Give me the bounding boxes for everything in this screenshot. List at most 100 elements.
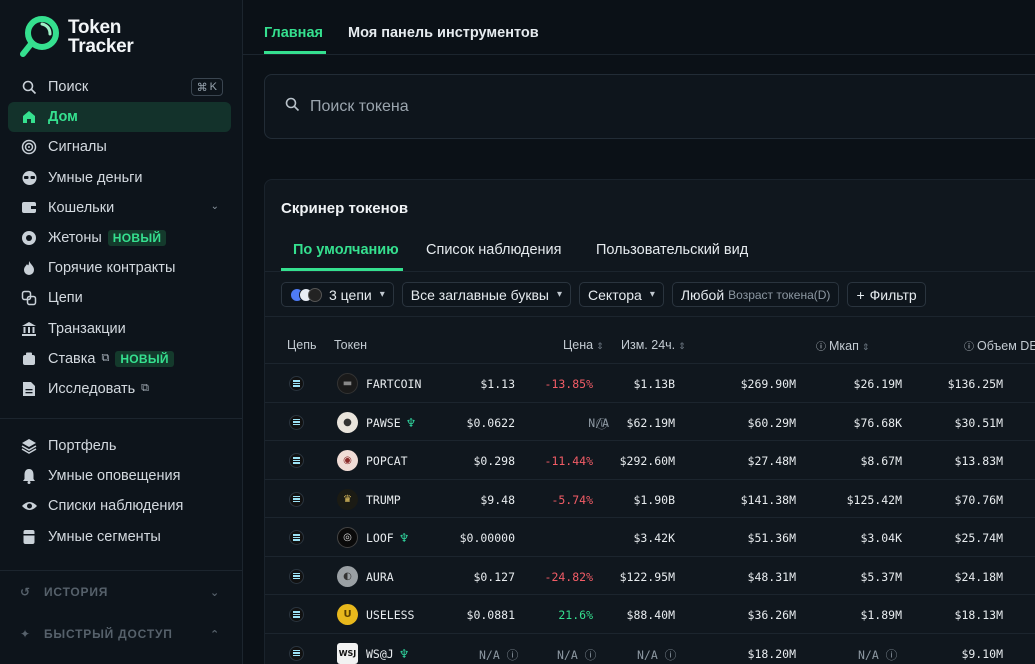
sidebar-item-wallets[interactable]: Кошельки ⌄ (8, 193, 231, 223)
token-logo: ◐ (337, 565, 358, 587)
sidebar-item-transactions[interactable]: Транзакции (8, 314, 231, 344)
sidebar-item-label: Сигналы (48, 139, 107, 156)
sidebar-item-signals[interactable]: Сигналы (8, 132, 231, 162)
tab-default[interactable]: По умолчанию (293, 242, 399, 258)
sidebar-item-smart-money[interactable]: Умные деньги (8, 163, 231, 193)
sidebar-item-smart-alerts[interactable]: Умные оповещения (8, 461, 231, 491)
sidebar-nav: Поиск ⌘ K Дом Сигналы Умные деньги Кошел… (8, 72, 231, 404)
info-icon: ⓘ (885, 647, 898, 662)
change-value: N/A (557, 647, 578, 662)
segments-icon (20, 528, 38, 546)
mcap-cell: $26.19M (853, 377, 902, 391)
sidebar-item-smart-segments[interactable]: Умные сегменты (8, 522, 231, 552)
letters-dropdown[interactable]: Все заглавные буквы ▾ (401, 282, 572, 307)
sidebar-item-watchlists[interactable]: Списки наблюдения (8, 491, 231, 521)
table-row[interactable]: ♛ TRUMP $9.48 -5.74% $1.90B $141.38M $12… (265, 480, 1035, 518)
token-symbol[interactable]: AURA (366, 570, 394, 584)
volume-cell: $18.13M (954, 608, 1003, 622)
sidebar-item-tokens[interactable]: Жетоны НОВЫЙ (8, 223, 231, 253)
value-cell: $1.90B (633, 492, 675, 507)
value-cell: $269.90M (740, 377, 796, 391)
chains-label: 3 цепи (329, 286, 372, 303)
column-label: Цена (563, 338, 594, 352)
token-symbol[interactable]: FARTCOIN (366, 377, 421, 391)
solana-icon (289, 414, 304, 430)
token-symbol[interactable]: POPCAT (366, 454, 408, 468)
solana-icon (289, 376, 304, 391)
table-row[interactable]: ▬ FARTCOIN $1.13 -13.85% $1.13B $269.90M… (265, 364, 1035, 403)
table-row[interactable]: ● PAWSE ♆ $0.0622 N/A ⓘ $62.19M $60.29M $… (265, 403, 1035, 441)
sidebar-item-search[interactable]: Поиск ⌘ K (8, 72, 231, 102)
quick-access-section-header[interactable]: ✦ БЫСТРЫЙ ДОСТУП ⌃ (20, 627, 220, 641)
table-row[interactable]: ◐ AURA $0.127 -24.82% $122.95M $48.31M $… (265, 557, 1035, 595)
chains-dropdown[interactable]: 3 цепи ▾ (281, 282, 394, 307)
price-value: N/A (479, 647, 500, 662)
solana-icon (289, 453, 304, 468)
layers-icon (20, 437, 38, 455)
chevron-down-icon: ⌄ (209, 586, 220, 599)
info-icon: ⓘ (964, 342, 974, 353)
price-cell: $0.127 (473, 569, 515, 584)
search-input[interactable] (310, 97, 810, 116)
pin-icon: ✦ (20, 627, 31, 641)
add-filter-button[interactable]: + Фильтр (847, 282, 926, 307)
tab-my-dashboard[interactable]: Моя панель инструментов (348, 25, 539, 41)
tab-watchlist[interactable]: Список наблюдения (426, 242, 562, 258)
mcap-cell: $3.04K (860, 531, 902, 545)
token-symbol-text: LOOF (366, 531, 394, 545)
info-icon: ⓘ (506, 647, 519, 662)
sidebar-item-label: Умные деньги (48, 169, 143, 186)
token-logo: U (337, 604, 358, 625)
chevron-down-icon: ▾ (649, 289, 655, 300)
column-header-change-24h[interactable]: Изм. 24ч. ⇕ (621, 338, 686, 352)
tab-main[interactable]: Главная (264, 25, 323, 41)
token-age-filter[interactable]: Любой Возраст токена(D) (671, 282, 840, 307)
sidebar-item-hot-contracts[interactable]: Горячие контракты (8, 253, 231, 283)
sidebar-item-label: Портфель (48, 438, 117, 455)
tab-custom-view[interactable]: Пользовательский вид (596, 242, 748, 258)
table-row[interactable]: ◎ LOOF ♆ $0.00000 $3.42K $51.36M $3.04K $… (265, 518, 1035, 557)
sidebar-item-chains[interactable]: Цепи (8, 283, 231, 313)
leaf-icon: ♆ (398, 646, 410, 661)
token-symbol[interactable]: USELESS (366, 608, 414, 622)
sidebar-item-stake[interactable]: Ставка ⧉ НОВЫЙ (8, 344, 231, 374)
mcap-cell: $76.68K (853, 415, 902, 430)
history-section-header[interactable]: ↺ ИСТОРИЯ ⌄ (20, 585, 220, 599)
column-header-chain: Цепь (287, 338, 317, 352)
sidebar-item-research[interactable]: Исследовать ⧉ (8, 374, 231, 404)
filter-label: Фильтр (869, 286, 917, 303)
logo-line-2: Tracker (68, 36, 134, 57)
plus-icon: + (856, 286, 865, 303)
value-cell: $36.26M (747, 608, 796, 622)
token-symbol[interactable]: TRUMP (366, 493, 401, 507)
logo[interactable]: Token Tracker (20, 14, 134, 60)
volume-cell: $70.76M (954, 492, 1003, 507)
sidebar-divider (0, 570, 243, 571)
token-search[interactable] (264, 74, 1035, 139)
external-link-icon: ⧉ (101, 352, 110, 365)
token-symbol[interactable]: WS@J ♆ (366, 647, 409, 661)
eye-icon (20, 497, 38, 515)
table-row[interactable]: ◉ POPCAT $0.298 -11.44% $292.60M $27.48M… (265, 441, 1035, 480)
sidebar-item-portfolio[interactable]: Портфель (8, 431, 231, 461)
value-cell: $62.19M (626, 415, 675, 430)
table-row[interactable]: U USELESS $0.0881 21.6% $88.40M $36.26M … (265, 595, 1035, 634)
token-symbol[interactable]: PAWSE ♆ (366, 416, 416, 430)
sidebar: Token Tracker Поиск ⌘ K Дом Сигналы Умны… (0, 0, 243, 664)
column-header-volume[interactable]: ⓘ Объем DE (964, 338, 1035, 353)
filter-bar: 3 цепи ▾ Все заглавные буквы ▾ Сектора ▾… (281, 282, 926, 307)
sidebar-item-home[interactable]: Дом (8, 102, 231, 133)
logo-line-1: Token (68, 17, 122, 38)
price-cell: $9.48 (480, 492, 515, 507)
table-row[interactable]: WSJ WS@J ♆ N/A ⓘ N/A ⓘ N/A ⓘ $18.20M N/A … (265, 634, 1035, 664)
token-symbol[interactable]: LOOF ♆ (366, 531, 409, 545)
volume-cell: $25.74M (954, 531, 1003, 545)
solana-icon (289, 568, 304, 584)
new-badge: НОВЫЙ (107, 230, 167, 247)
active-tab-indicator (281, 268, 403, 271)
sectors-dropdown[interactable]: Сектора ▾ (579, 282, 664, 307)
column-header-mcap[interactable]: ⓘ Мкап ⇕ (816, 338, 869, 353)
column-header-price[interactable]: Цена ⇕ (563, 338, 604, 352)
chevron-down-icon[interactable]: ⌄ (211, 201, 219, 212)
value-cell: $27.48M (747, 454, 796, 468)
